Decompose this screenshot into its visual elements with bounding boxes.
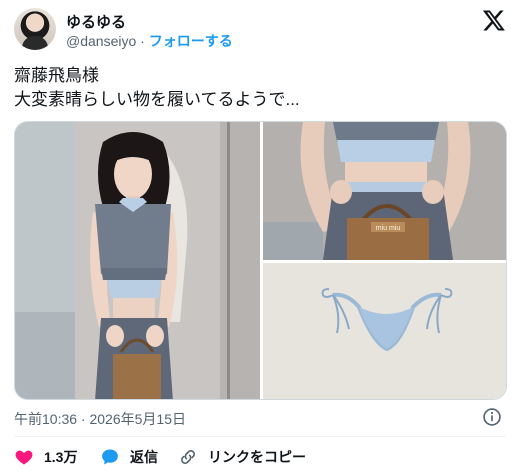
author-display-name[interactable]: ゆるゆる — [66, 11, 126, 32]
follow-button[interactable]: フォローする — [149, 33, 233, 49]
media-photo-product[interactable] — [263, 263, 506, 399]
tweet-actions: 1.3万 返信 リンクをコピー — [14, 444, 506, 470]
avatar[interactable] — [14, 8, 56, 50]
copy-link-label: リンクをコピー — [208, 449, 306, 465]
tweet-text-line-2: 大変素晴らしい物を履いてるようで... — [14, 90, 300, 109]
reply-label: 返信 — [130, 449, 158, 465]
photo-product-illustration — [263, 263, 506, 399]
copy-link-button[interactable]: リンクをコピー — [178, 444, 306, 470]
x-logo-icon[interactable] — [482, 8, 506, 32]
tweet-text-line-1: 齋藤飛鳥様 — [14, 66, 99, 85]
like-button[interactable]: 1.3万 — [14, 444, 77, 470]
heart-icon — [15, 450, 33, 465]
media-photo-full-body[interactable] — [15, 122, 260, 399]
like-count: 1.3万 — [44, 449, 78, 465]
tweet-header: ゆるゆる @danseiyo · フォローする — [14, 8, 510, 54]
author-handle-row: @danseiyo · フォローする — [66, 31, 233, 51]
bag-brand-label: miu miu — [376, 225, 401, 232]
tweet-timestamp[interactable]: 午前10:36 · 2026年5月15日 — [14, 409, 186, 429]
speech-bubble-icon — [102, 449, 118, 465]
link-icon — [181, 450, 195, 464]
reply-button[interactable]: 返信 — [100, 444, 158, 470]
author-handle[interactable]: @danseiyo — [66, 33, 136, 49]
handle-separator: · — [140, 33, 145, 49]
divider — [14, 436, 506, 437]
tweet-text: 齋藤飛鳥様 大変素晴らしい物を履いてるようで... — [14, 64, 504, 112]
photo-full-body-illustration — [15, 122, 260, 399]
info-icon[interactable] — [482, 407, 502, 427]
media-photo-closeup[interactable]: miu miu — [263, 122, 506, 260]
photo-closeup-illustration: miu miu — [263, 122, 506, 260]
media-grid: miu miu — [14, 121, 507, 400]
